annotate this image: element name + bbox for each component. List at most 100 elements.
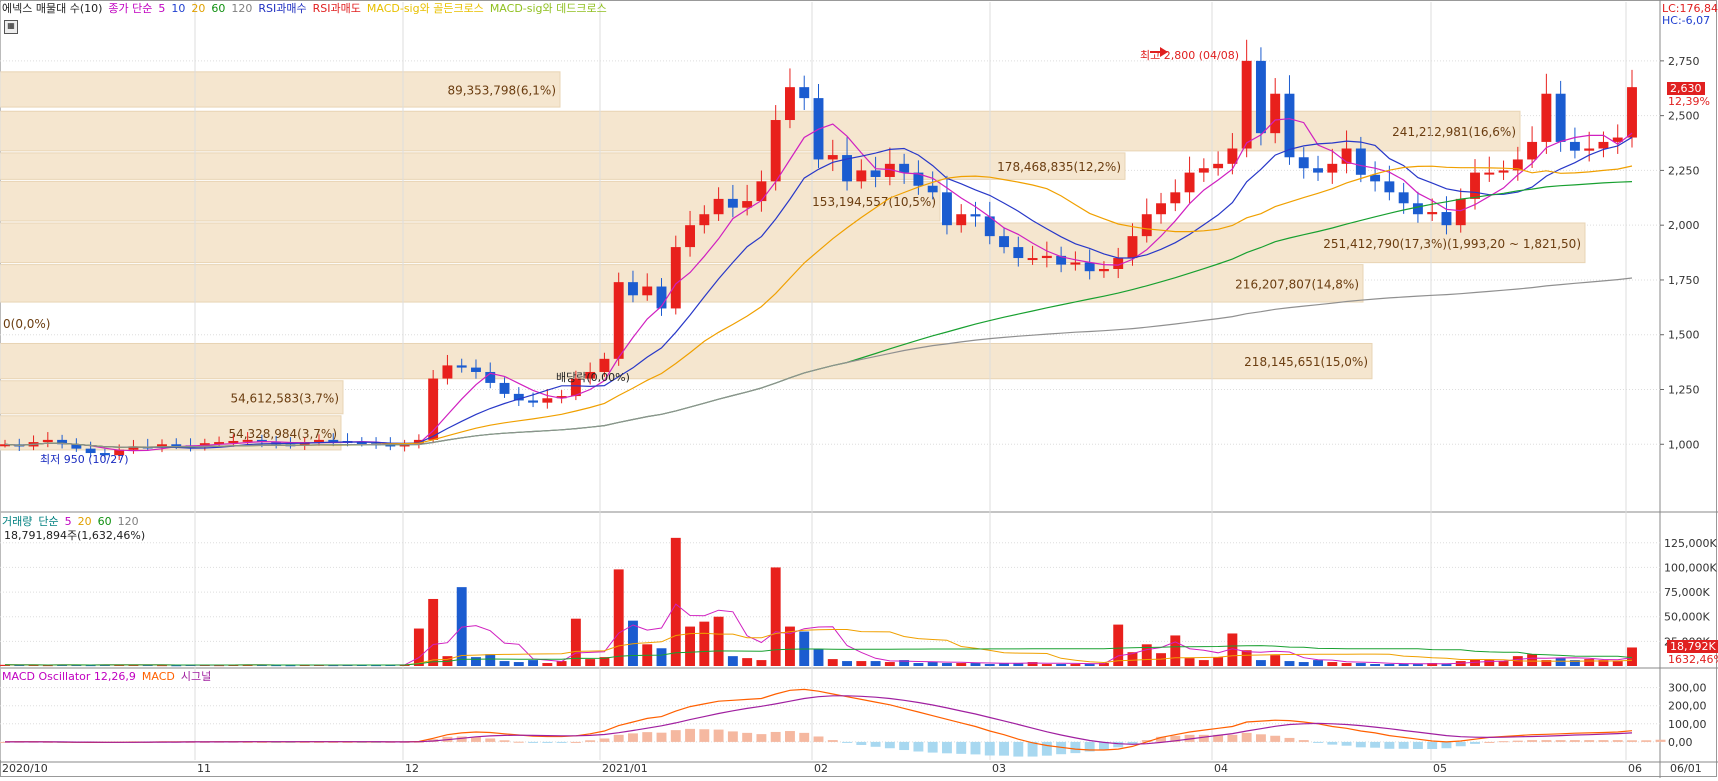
legend.main-item[interactable]: 20 [191,2,205,15]
candle-body [1298,157,1309,169]
candle-body [1327,163,1338,173]
legend.volume-item[interactable]: 5 [65,515,72,528]
oscillator-bar [785,731,795,742]
oscillator-bar [1655,739,1666,742]
volume-bar [1370,664,1381,666]
x-axis-label: 2021/01 [602,762,648,775]
volume-bar [1384,664,1395,666]
volume-bar [1313,660,1323,666]
oscillator-bar [1284,737,1295,742]
volume-profile-label: 218,145,651(15,0%) [1244,355,1368,369]
oscillator-bar [1298,740,1309,742]
volume-bar [970,663,981,666]
price-tick-label: 1,500 [1668,329,1700,342]
legend.main-item[interactable]: 60 [211,2,225,15]
volume-bar [1627,647,1637,666]
volume-bar [1213,657,1224,666]
volume-bar [1441,664,1452,666]
oscillator-bar [842,741,852,743]
low-annotation: 최저 950 (10/27) [40,453,129,466]
macd-tick-label: 300,00 [1668,682,1707,695]
legend.volume-item[interactable]: 거래량 [2,515,32,528]
macd-oscillator-bars [0,728,1666,757]
candle-body [1255,60,1266,134]
legend.main-item[interactable]: 에넥스 매물대 수(10) [2,2,102,15]
legend.main-item[interactable]: 5 [158,2,165,15]
volume-profile-label: 178,468,835(12,2%) [997,160,1121,174]
volume-bar [428,598,439,666]
oscillator-bar [756,734,767,742]
candle-body [314,439,324,443]
oscillator-bar [1255,734,1266,742]
legend.main-item[interactable]: 10 [171,2,185,15]
legend.main-item[interactable]: 종가 단순 [108,2,152,15]
legend.main-item[interactable]: RSI과매도 [313,2,361,15]
oscillator-bar [542,741,553,743]
volume-bar [742,658,753,666]
candle-body [1284,93,1295,158]
candle-body [1313,168,1323,173]
macd-legend: MACD Oscillator 12,26,9 MACD 시그널 [2,670,217,684]
volume-profile-label: 241,212,981(16,6%) [1392,125,1516,139]
volume-pct: 1632,46% [1668,653,1718,666]
legend.macd-item[interactable]: MACD Oscillator 12,26,9 [2,670,136,683]
price-tick-label: 2,250 [1668,164,1700,177]
volume-tick-label: 125,000K [1664,537,1717,550]
current-price-pct: 12,39% [1668,95,1710,108]
candle-body [528,400,539,403]
volume-bar [913,663,924,666]
volume-bar [1084,664,1095,666]
oscillator-bar [1441,741,1452,749]
volume-bar [1498,661,1509,666]
volume-bar [513,662,524,666]
volume-bar [1270,655,1281,666]
volume-bars [0,537,1637,667]
legend.main-item[interactable]: 120 [231,2,252,15]
candle-body [1384,181,1395,193]
legend.volume-item[interactable]: 120 [118,515,139,528]
oscillator-bar [485,738,496,742]
candle-body [471,367,481,372]
price-tick-label: 1,750 [1668,274,1700,287]
oscillator-bar [970,741,981,755]
volume-tick-label: 50,000K [1664,611,1710,624]
legend.main-item[interactable]: MACD-sig와 데드크로스 [490,2,607,15]
candle-body [1569,141,1580,151]
candle-body [599,358,610,372]
legend.macd-item[interactable]: MACD [142,670,175,683]
legend.volume-item[interactable]: 20 [78,515,92,528]
oscillator-bar [1612,740,1623,742]
oscillator-bar [1484,741,1495,743]
candle-body [1498,170,1509,173]
table-icon[interactable]: ▦ [4,20,18,34]
volume-bar [1612,661,1623,666]
legend.volume-item[interactable]: 단순 [38,515,58,528]
candle-body [1470,172,1480,199]
oscillator-bar [1498,741,1509,743]
legend.volume-item[interactable]: 60 [98,515,112,528]
volume-profile-label: 0(0,0%) [3,317,50,331]
candle-body [1584,148,1595,151]
oscillator-bar [628,733,638,742]
volume-bar [713,616,724,666]
oscillator-bar [585,740,596,742]
legend.main-item[interactable]: RSI과매수 [258,2,306,15]
volume-bar [1341,663,1352,666]
oscillator-bar [685,728,696,742]
legend.main-item[interactable]: MACD-sig와 골든크로스 [367,2,484,15]
oscillator-bar [1227,734,1238,742]
oscillator-bar [1341,741,1352,746]
chart-canvas[interactable]: 2,750 2,500 2,250 2,000 1,750 1,500 1,250 1,000… [0,0,1718,778]
candle-body [770,120,781,182]
oscillator-bar [870,741,881,747]
oscillator-bar [1384,741,1395,749]
oscillator-bar [1355,741,1366,748]
candle-body [642,286,653,296]
legend.macd-item[interactable]: 시그널 [181,670,211,683]
oscillator-bar [599,738,610,742]
x-axis-label: 05 [1433,762,1447,775]
candle-body [42,439,53,443]
price-tick-label: 1,250 [1668,384,1700,397]
oscillator-bar [1270,735,1281,742]
candle-body [799,87,810,99]
